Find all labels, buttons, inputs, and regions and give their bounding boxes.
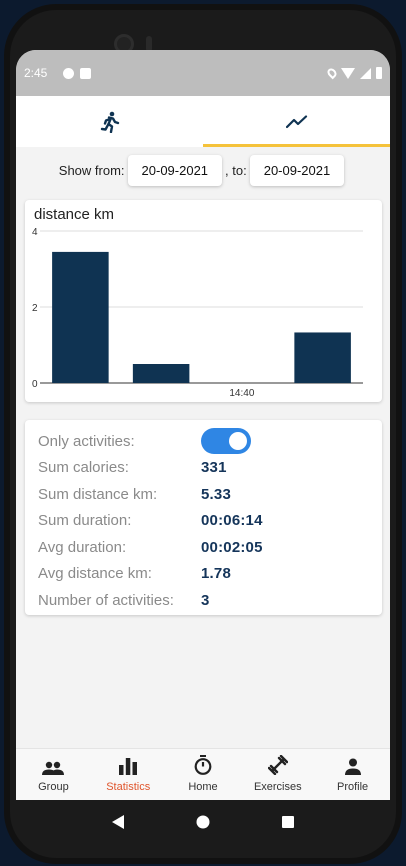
stat-value: 00:06:14	[201, 512, 263, 530]
bottom-navigation: Group Statistics Home Exercises Profile	[16, 748, 390, 800]
stat-value: 1.78	[201, 565, 231, 583]
tab-indicator	[203, 144, 390, 147]
stat-row: Avg distance km: 1.78	[38, 561, 382, 588]
signal-icon	[360, 67, 371, 79]
stat-label: Sum calories:	[38, 459, 129, 477]
media-icon	[63, 67, 75, 79]
stat-row: Sum duration: 00:06:14	[38, 508, 382, 535]
group-icon	[42, 761, 65, 775]
recents-icon[interactable]	[281, 815, 295, 829]
nav-item-home[interactable]: Home	[166, 749, 241, 800]
nav-item-group[interactable]: Group	[16, 749, 91, 800]
x-tick-label: 14:40	[229, 388, 254, 399]
y-tick-label: 4	[32, 227, 38, 238]
stat-row: Sum distance km: 5.33	[38, 481, 382, 508]
chart-title: distance km	[34, 206, 115, 223]
toggle-knob	[229, 432, 247, 451]
stat-row: Sum calories: 331	[38, 455, 382, 482]
date-filter: Show from: 20-09-2021 , to: 20-09-2021	[16, 149, 390, 191]
from-date-button[interactable]: 20-09-2021	[127, 154, 223, 186]
y-tick-label: 2	[32, 303, 38, 314]
nav-label: Statistics	[106, 781, 151, 793]
system-navigation	[16, 800, 390, 844]
y-tick-label: 0	[32, 379, 38, 390]
chart-bar	[52, 251, 109, 383]
home-circle-icon[interactable]	[195, 814, 211, 830]
stat-label: Avg distance km:	[38, 565, 152, 583]
show-from-label: Show from:	[58, 162, 125, 178]
stopwatch-icon	[194, 755, 212, 775]
chart-bar	[132, 364, 190, 383]
dumbbell-icon	[267, 755, 288, 775]
stat-value: 331	[201, 459, 227, 477]
wifi-icon	[341, 67, 355, 79]
tab-activities[interactable]	[16, 96, 203, 147]
stats-card: Only activities: Sum calories: 331 Sum d…	[25, 420, 382, 615]
back-icon[interactable]	[111, 814, 125, 830]
battery-icon	[376, 67, 382, 79]
nav-item-exercises[interactable]: Exercises	[240, 749, 315, 800]
nav-label: Home	[188, 781, 218, 793]
stat-value: 3	[201, 591, 210, 609]
stat-value: 00:02:05	[201, 538, 263, 556]
distance-chart: 0 2 4 14:40	[32, 227, 363, 399]
nav-item-statistics[interactable]: Statistics	[91, 749, 166, 800]
bar-chart-icon	[119, 758, 138, 775]
stat-value: 5.33	[201, 485, 231, 503]
only-activities-toggle[interactable]	[201, 428, 251, 455]
distance-chart-card: 0 2 4 14:40 distance km	[25, 200, 382, 402]
person-icon	[344, 758, 361, 775]
to-date-button[interactable]: 20-09-2021	[249, 154, 345, 186]
location-icon	[325, 66, 339, 80]
view-tabs	[16, 96, 390, 147]
running-icon	[100, 111, 119, 133]
chart-bar	[294, 332, 351, 383]
nav-item-profile[interactable]: Profile	[315, 749, 390, 800]
stat-row: Number of activities: 3	[38, 587, 382, 614]
nav-label: Group	[38, 781, 69, 793]
sd-card-icon	[80, 67, 92, 79]
tab-statistics[interactable]	[203, 96, 390, 147]
stat-label: Avg duration:	[38, 538, 127, 556]
app-screen: 2:45 Show from: 20-09-2021 , to: 20-09-2…	[16, 50, 390, 800]
stat-label: Number of activities:	[38, 591, 174, 609]
status-bar: 2:45	[16, 50, 390, 96]
trend-chart-icon	[285, 114, 307, 128]
only-activities-label: Only activities:	[38, 432, 135, 450]
nav-label: Exercises	[253, 781, 302, 793]
status-time: 2:45	[24, 66, 48, 80]
stat-row: Avg duration: 00:02:05	[38, 534, 382, 561]
nav-label: Profile	[336, 781, 369, 793]
stat-label: Sum duration:	[38, 512, 132, 530]
stat-label: Sum distance km:	[38, 485, 158, 503]
only-activities-row: Only activities:	[38, 428, 382, 455]
to-label: , to:	[225, 162, 247, 178]
